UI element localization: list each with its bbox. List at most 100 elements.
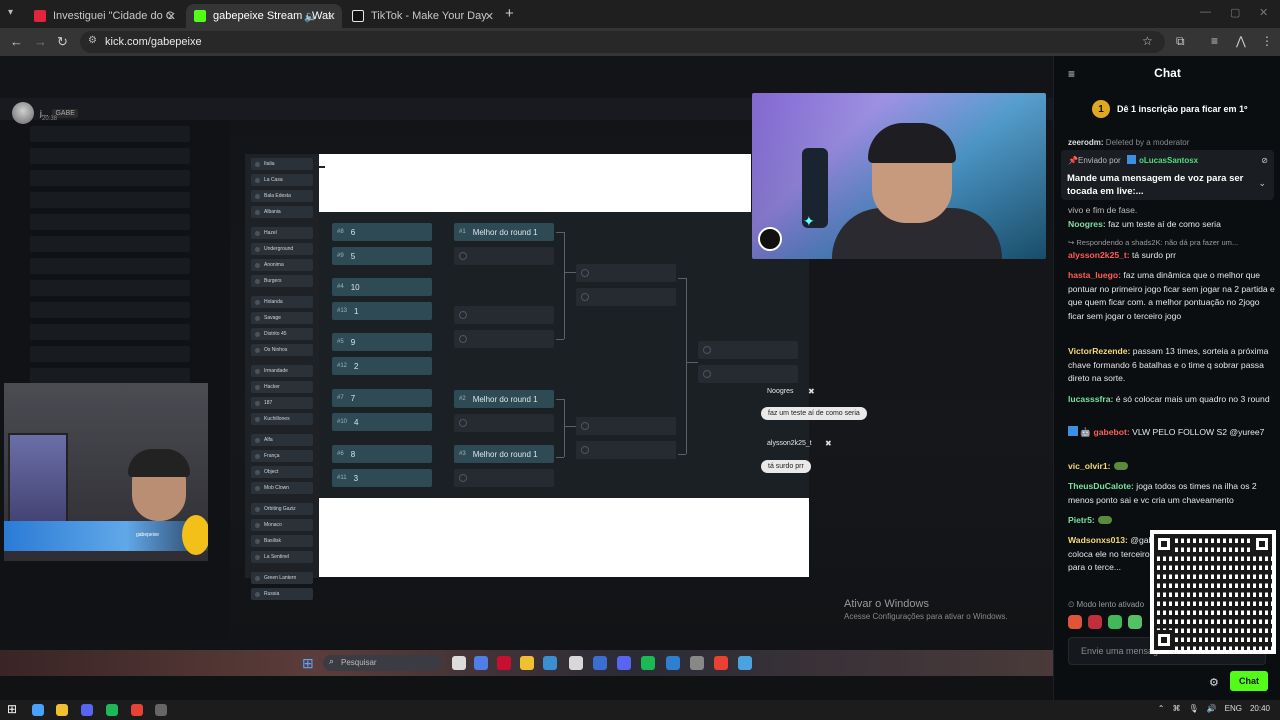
- minimize-icon[interactable]: —: [1200, 6, 1211, 18]
- team-label: Burgers: [264, 278, 282, 284]
- bracket-slot-empty: [698, 341, 798, 359]
- tab-tiktok[interactable]: TikTok - Make Your Day ✕: [344, 4, 500, 28]
- bracket-slot: #4 10: [332, 278, 432, 296]
- team-item: Mob Clown: [251, 482, 313, 494]
- speaker-icon[interactable]: 🔈: [304, 10, 318, 23]
- bracket-bottom-area: [319, 498, 809, 577]
- bracket-board: #8 6 #9 5 #4 10 #13 1 #5 9 #12 2 #7 7 #10 4 #6 8 …: [319, 212, 809, 498]
- deleted-message: zeerodm: Deleted by a moderator: [1068, 138, 1190, 147]
- emote-icon[interactable]: [1108, 615, 1122, 629]
- team-item: Hazel: [251, 227, 313, 239]
- discord-icon[interactable]: [81, 704, 93, 716]
- team-label: Object: [264, 469, 279, 475]
- overlay-message: tá surdo prr: [761, 460, 811, 473]
- settings-gear-icon[interactable]: ⚙: [1209, 676, 1219, 689]
- facecam: ✦: [752, 93, 1046, 259]
- emote-icon[interactable]: [1128, 615, 1142, 629]
- tab-kick[interactable]: gabepeixe Stream - Watch 🔈 ✕: [186, 4, 342, 28]
- tab-search-icon[interactable]: ▾: [8, 7, 13, 18]
- chevron-up-icon[interactable]: ⌃: [1158, 704, 1165, 713]
- discord-icon: [617, 656, 631, 670]
- bracket-slot: #8 6: [332, 223, 432, 241]
- forward-icon[interactable]: →: [34, 34, 47, 49]
- close-window-icon[interactable]: ✕: [1259, 6, 1268, 19]
- address-bar[interactable]: ⚙ kick.com/gabepeixe: [80, 31, 1165, 53]
- tab-title: TikTok - Make Your Day: [371, 10, 487, 22]
- bracket-slot: #3 Melhor do round 1: [454, 445, 554, 463]
- bracket-slot: #12 2: [332, 357, 432, 375]
- pinned-message[interactable]: 📌 Enviado por oLucasSantosx ⊘ Mande uma …: [1061, 150, 1274, 200]
- bracket-slot-empty: [454, 247, 554, 265]
- user-badge-icon: [1127, 155, 1136, 164]
- pinned-user[interactable]: oLucasSantosx: [1127, 155, 1198, 165]
- send-chat-button[interactable]: Chat: [1230, 671, 1268, 691]
- captured-sidebar: [0, 120, 230, 640]
- close-icon: ✖: [808, 387, 815, 396]
- activate-windows-subtitle: Acesse Configurações para ativar o Windo…: [844, 612, 1008, 621]
- team-label: 187: [264, 400, 273, 406]
- emote-icon: [1113, 462, 1128, 470]
- app-icon[interactable]: [155, 704, 167, 716]
- team-dot-icon: [255, 193, 260, 199]
- network-icon[interactable]: ⌘: [1173, 704, 1181, 713]
- chat-message: vic_olvir1:: [1068, 460, 1276, 474]
- new-tab-button[interactable]: +: [505, 5, 514, 22]
- promo-badge: 1: [1092, 100, 1110, 118]
- close-icon[interactable]: ✕: [167, 10, 176, 23]
- close-icon[interactable]: ✕: [327, 10, 336, 23]
- url-text[interactable]: kick.com/gabepeixe: [105, 36, 202, 48]
- cursor-mark: [319, 166, 325, 168]
- bracket-slot: #7 7: [332, 389, 432, 407]
- chevron-down-icon[interactable]: ⌄: [1258, 178, 1266, 189]
- team-dot-icon: [255, 368, 260, 374]
- site-info-icon[interactable]: ⚙: [88, 35, 97, 46]
- app-icon: [738, 656, 752, 670]
- windows-start-icon[interactable]: ⊞: [7, 702, 17, 716]
- stream-player[interactable]: j... GABE 20:38 Italia La Casa Bala Edesta…: [0, 56, 1053, 700]
- emote-icon: [1097, 516, 1112, 524]
- app-icon: [690, 656, 704, 670]
- bracket-slot: #13 1: [332, 302, 432, 320]
- team-label: Kuchillones: [264, 416, 290, 422]
- folder-icon[interactable]: [56, 704, 68, 716]
- app-icon[interactable]: [32, 704, 44, 716]
- tab-youtube[interactable]: Investiguei "Cidade do Crime" ✕: [26, 4, 182, 28]
- team-item: Albania: [251, 206, 313, 218]
- app-icon: [474, 656, 488, 670]
- team-item: Hacker: [251, 381, 313, 393]
- browser-toolbar: ← → ↻ ⚙ kick.com/gabepeixe ☆ ⧉ ≡ ⋀ ⋮: [0, 28, 1280, 56]
- team-label: Russia: [264, 591, 280, 597]
- bookmark-star-icon[interactable]: ☆: [1142, 34, 1153, 48]
- bracket-slot: #2 Melhor do round 1: [454, 390, 554, 408]
- team-label: La Casa: [264, 177, 283, 183]
- media-control-icon[interactable]: ≡: [1211, 34, 1218, 48]
- menu-icon[interactable]: ⋮: [1261, 34, 1273, 48]
- team-dot-icon: [255, 469, 260, 475]
- chrome-icon[interactable]: [131, 704, 143, 716]
- team-label: Italia: [264, 161, 275, 167]
- back-icon[interactable]: ←: [10, 34, 23, 49]
- language-indicator[interactable]: ENG: [1225, 704, 1242, 713]
- maximize-icon[interactable]: ▢: [1230, 6, 1240, 19]
- overlay-username: Noogres: [767, 388, 794, 395]
- close-icon[interactable]: ✕: [485, 10, 494, 23]
- extensions-icon[interactable]: ⧉: [1176, 34, 1185, 49]
- tab-strip: ▾ Investiguei "Cidade do Crime" ✕ gabepe…: [0, 0, 1280, 28]
- spotify-icon[interactable]: [106, 704, 118, 716]
- subscription-promo[interactable]: 1 Dê 1 inscrição para ficar em 1º: [1054, 96, 1280, 122]
- microphone-icon[interactable]: 🎙: [1189, 704, 1199, 713]
- bracket-slot-empty: [454, 306, 554, 324]
- emote-icon[interactable]: [1088, 615, 1102, 629]
- hide-pin-icon[interactable]: ⊘: [1261, 156, 1268, 165]
- team-label: Anonima: [264, 262, 284, 268]
- clock-time[interactable]: 20:40: [1250, 704, 1270, 713]
- search-label: Pesquisar: [341, 658, 377, 667]
- team-dot-icon: [255, 522, 260, 528]
- emote-icon[interactable]: [1068, 615, 1082, 629]
- search-icon: ⌕: [329, 656, 335, 666]
- reload-icon[interactable]: ↻: [57, 34, 68, 50]
- profile-icon[interactable]: ⋀: [1236, 34, 1246, 48]
- tab-title: Investiguei "Cidade do Crime": [53, 10, 174, 22]
- volume-icon[interactable]: 🔊: [1207, 704, 1217, 713]
- chat-message: TheusDuCalote: joga todos os times na il…: [1068, 481, 1257, 505]
